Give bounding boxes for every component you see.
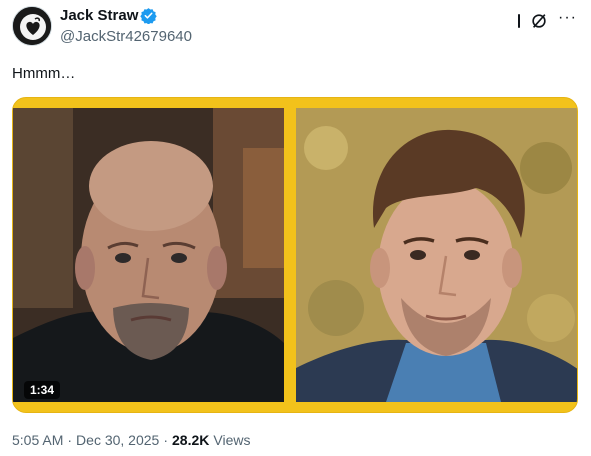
tweet-top-actions: ··· (518, 10, 577, 30)
divider-bar (518, 14, 521, 28)
views-label: Views (213, 432, 251, 448)
tweet-card: Jack Straw @JackStr42679640 ··· Hmmm… 1:… (0, 0, 591, 456)
verified-badge-icon (140, 8, 157, 24)
media-photo-left[interactable] (13, 108, 284, 402)
meta-separator: · (67, 432, 73, 448)
tweet-time[interactable]: 5:05 AM (12, 432, 63, 448)
media-photo-right[interactable] (296, 108, 577, 402)
meta-separator: · (163, 432, 169, 448)
views-count[interactable]: 28.2K (172, 432, 209, 448)
tweet-meta: 5:05 AM · Dec 30, 2025 · 28.2K Views (12, 432, 250, 448)
tweet-date[interactable]: Dec 30, 2025 (76, 432, 159, 448)
author-avatar[interactable] (12, 6, 52, 46)
author-handle[interactable]: @JackStr42679640 (60, 28, 192, 45)
tweet-media[interactable] (12, 97, 578, 413)
video-duration-badge: 1:34 (24, 381, 61, 399)
more-icon[interactable]: ··· (558, 10, 577, 26)
tweet-text: Hmmm… (12, 65, 76, 82)
bald-man-portrait-image (13, 108, 284, 402)
grok-icon[interactable] (530, 12, 548, 30)
heart-avatar-icon (13, 7, 51, 45)
man-portrait-image (296, 108, 577, 402)
author-display-name[interactable]: Jack Straw (60, 7, 138, 24)
